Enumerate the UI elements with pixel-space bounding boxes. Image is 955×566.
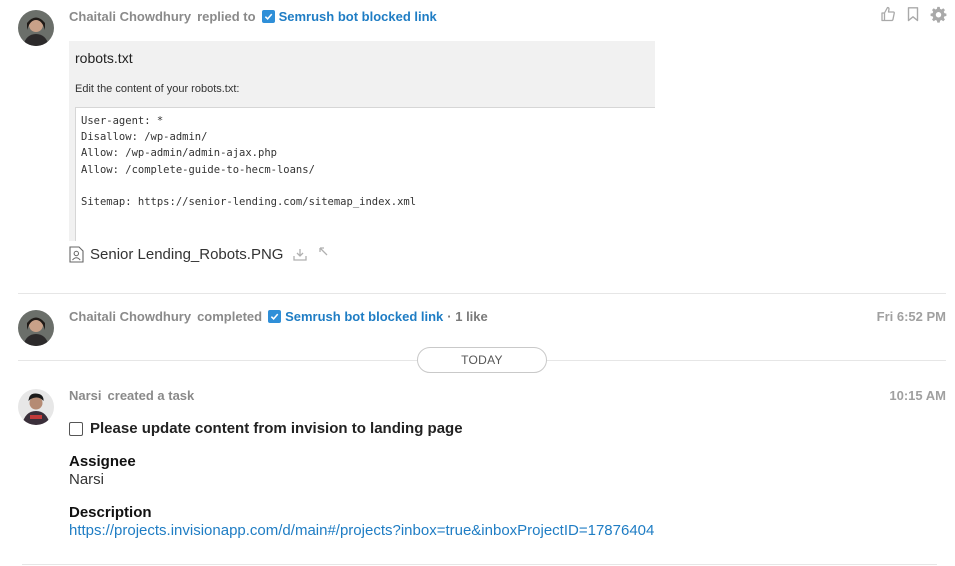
avatar-narsi[interactable]: [18, 389, 54, 425]
entry2-action: completed: [197, 309, 263, 324]
robots-subtitle: Edit the content of your robots.txt:: [75, 83, 240, 95]
entry2-likes[interactable]: · 1 like: [447, 309, 487, 324]
attachment-filename[interactable]: Senior Lending_Robots.PNG: [90, 246, 283, 263]
entry-divider: [18, 293, 946, 294]
download-icon[interactable]: [293, 248, 308, 261]
entry3-timestamp[interactable]: 10:15 AM: [889, 388, 946, 403]
robots-screenshot-image[interactable]: robots.txt Edit the content of your robo…: [69, 41, 655, 241]
robots-title: robots.txt: [75, 50, 133, 66]
gear-icon[interactable]: [930, 6, 947, 23]
entry1-author[interactable]: Chaitali Chowdhury: [69, 9, 191, 24]
entry1-task-link[interactable]: Semrush bot blocked link: [279, 9, 437, 24]
attachment[interactable]: Senior Lending_Robots.PNG: [69, 246, 328, 263]
task-completed-check-icon: [261, 10, 275, 23]
description-link[interactable]: https://projects.invisionapp.com/d/main#…: [69, 522, 654, 539]
task-completed-check-icon: [268, 310, 282, 323]
assignee-value: Narsi: [69, 471, 105, 488]
entry3-action: created a task: [107, 388, 195, 403]
bottom-divider: [22, 564, 937, 565]
entry3-author[interactable]: Narsi: [69, 388, 102, 403]
avatar-chaitali[interactable]: [18, 10, 54, 46]
robots-content: User-agent: * Disallow: /wp-admin/ Allow…: [81, 115, 417, 209]
entry2-author[interactable]: Chaitali Chowdhury: [69, 309, 191, 324]
entry2-task-link[interactable]: Semrush bot blocked link: [285, 309, 443, 324]
task-title[interactable]: Please update content from invision to l…: [90, 420, 463, 437]
entry3-header: Narsi created a task: [69, 388, 194, 403]
today-separator: TODAY: [417, 347, 547, 373]
task-checkbox[interactable]: [69, 421, 83, 436]
task-item: Please update content from invision to l…: [69, 420, 463, 437]
robots-editor: User-agent: * Disallow: /wp-admin/ Allow…: [75, 107, 655, 241]
story-actions: [880, 6, 947, 23]
bookmark-icon[interactable]: [905, 6, 921, 23]
description-label: Description: [69, 504, 152, 521]
thumbs-up-icon[interactable]: [880, 6, 896, 23]
image-file-icon: [69, 246, 84, 263]
entry1-header: Chaitali Chowdhury replied to Semrush bo…: [69, 9, 437, 24]
entry2-timestamp[interactable]: Fri 6:52 PM: [877, 309, 946, 324]
entry2-header: Chaitali Chowdhury completed Semrush bot…: [69, 309, 488, 324]
avatar-chaitali[interactable]: [18, 310, 54, 346]
assignee-label: Assignee: [69, 453, 136, 470]
entry1-action: replied to: [197, 9, 256, 24]
expand-icon[interactable]: [319, 247, 328, 256]
